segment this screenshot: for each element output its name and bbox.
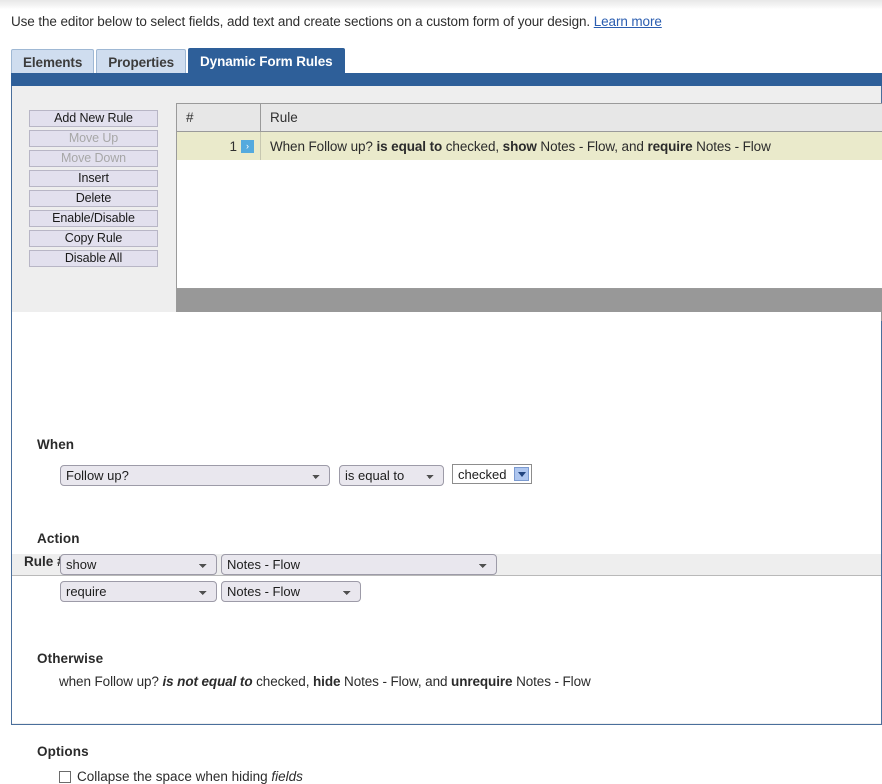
intro-text: Use the editor below to select fields, a… xyxy=(11,14,591,29)
rule-number-cell: 1 › xyxy=(177,132,261,160)
tab-properties[interactable]: Properties xyxy=(96,49,187,74)
tab-dynamic-form-rules[interactable]: Dynamic Form Rules xyxy=(188,48,345,74)
action-target-select-2[interactable]: Notes - Flow xyxy=(221,581,361,602)
when-value-select[interactable]: checked xyxy=(452,464,532,484)
rule-summary-cell: When Follow up? is equal to checked, sho… xyxy=(261,132,882,160)
add-new-rule-button[interactable]: Add New Rule xyxy=(29,110,158,127)
action-section-label: Action xyxy=(37,531,80,546)
rules-grid-header: # Rule xyxy=(177,104,882,132)
when-value-select-wrapper: checked xyxy=(452,464,532,484)
tab-bar: Elements Properties Dynamic Form Rules xyxy=(11,48,345,74)
window-top-strip xyxy=(0,0,882,9)
table-row[interactable]: 1 › When Follow up? is equal to checked,… xyxy=(177,132,882,160)
delete-button[interactable]: Delete xyxy=(29,190,158,207)
insert-button[interactable]: Insert xyxy=(29,170,158,187)
enable-disable-button[interactable]: Enable/Disable xyxy=(29,210,158,227)
column-header-number: # xyxy=(177,104,261,131)
dynamic-form-rules-panel: Add New Rule Move Up Move Down Insert De… xyxy=(11,86,882,784)
move-up-button: Move Up xyxy=(29,130,158,147)
collapse-space-label: Collapse the space when hiding fields xyxy=(77,769,303,784)
action-target-select-1[interactable]: Notes - Flow xyxy=(221,554,497,575)
action-type-select-1[interactable]: show xyxy=(60,554,217,575)
rule-detail-pane: Rule #1 When Follow up? is equal to chec… xyxy=(12,312,881,784)
option-row[interactable]: Collapse the space when hiding fields xyxy=(59,769,303,784)
section-header-bar xyxy=(11,73,882,86)
rules-grid: # Rule 1 › When Follow up? is equal to c… xyxy=(176,103,882,289)
collapse-space-checkbox[interactable] xyxy=(59,770,71,783)
copy-rule-button[interactable]: Copy Rule xyxy=(29,230,158,247)
learn-more-link[interactable]: Learn more xyxy=(594,14,662,29)
options-section-label: Options xyxy=(37,744,89,759)
otherwise-section-label: Otherwise xyxy=(37,651,104,666)
disable-all-button[interactable]: Disable All xyxy=(29,250,158,267)
intro-description: Use the editor below to select fields, a… xyxy=(11,14,662,29)
rules-grid-empty-area xyxy=(177,160,882,288)
rule-number: 1 xyxy=(229,138,237,154)
move-down-button: Move Down xyxy=(29,150,158,167)
otherwise-description: when Follow up? is not equal to checked,… xyxy=(59,674,591,689)
when-section-label: When xyxy=(37,437,75,452)
when-field-select[interactable]: Follow up? xyxy=(60,465,330,486)
tab-elements[interactable]: Elements xyxy=(11,49,95,74)
action-type-select-2[interactable]: require xyxy=(60,581,217,602)
rule-actions-toolbar: Add New Rule Move Up Move Down Insert De… xyxy=(29,110,158,267)
when-operator-select[interactable]: is equal to xyxy=(339,465,444,486)
rule-summary-text: When Follow up? is equal to checked, sho… xyxy=(270,138,771,154)
column-header-rule: Rule xyxy=(270,110,298,125)
chevron-right-icon[interactable]: › xyxy=(241,139,254,153)
